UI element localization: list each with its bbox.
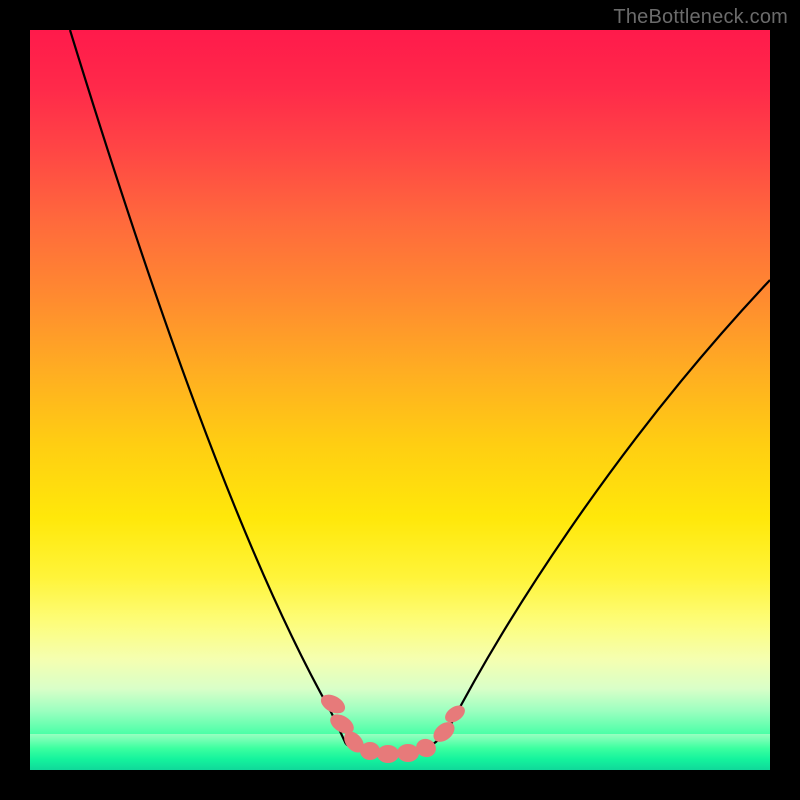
marker-dot	[377, 745, 399, 763]
marker-group	[318, 691, 468, 763]
left-descent-curve	[70, 30, 346, 744]
marker-dot	[397, 744, 419, 762]
marker-dot	[360, 742, 380, 760]
attribution-text: TheBottleneck.com	[613, 6, 788, 29]
right-ascent-curve	[450, 280, 770, 726]
chart-frame: TheBottleneck.com	[0, 0, 800, 800]
plot-area	[30, 30, 770, 770]
curve-layer	[30, 30, 770, 770]
marker-dot	[430, 718, 459, 746]
